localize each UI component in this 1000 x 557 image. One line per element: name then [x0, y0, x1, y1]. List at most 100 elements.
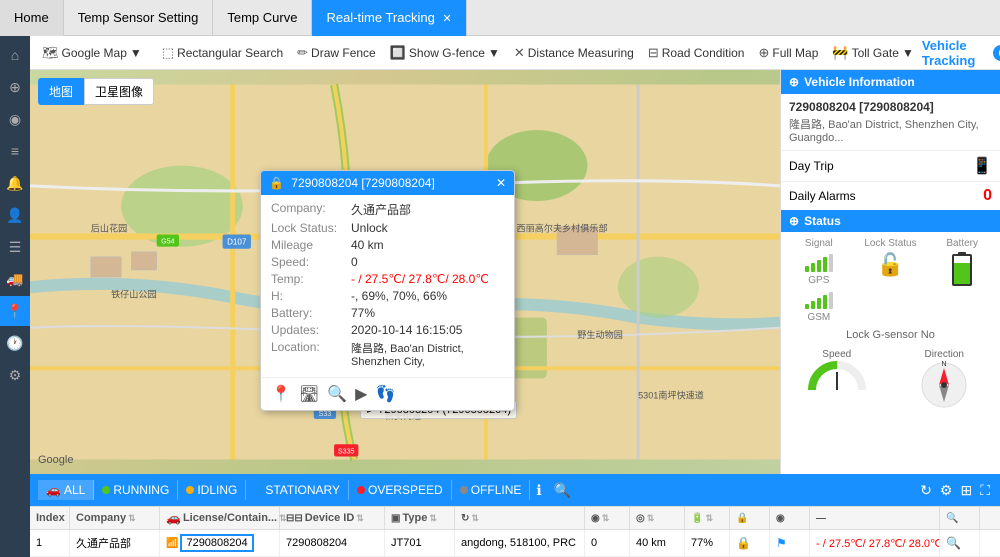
- th-license[interactable]: 🚗 License/Contain... ⇅: [160, 507, 280, 529]
- battery-fill: [954, 263, 970, 284]
- close-tab-icon[interactable]: ✕: [442, 13, 451, 25]
- popup-lock-icon: 🔒: [269, 176, 284, 190]
- action-icon: 🔍: [946, 513, 958, 524]
- map-container[interactable]: 📍 后山花园 西丽高尔夫乡村俱乐部 铁仔山公园 平岚山公园 野生动物园 5301…: [30, 70, 780, 474]
- table-row: 1 久通产品部 📶 7290808204 7290808204 JT701: [30, 530, 1000, 557]
- rectangular-search-button[interactable]: ⬚ Rectangular Search: [156, 42, 289, 64]
- filter-offline-button[interactable]: OFFLINE: [452, 480, 531, 500]
- gsm-bars: [805, 289, 833, 309]
- td-lock: 🔒: [730, 530, 770, 556]
- th-mileage[interactable]: ◎ ⇅: [630, 507, 685, 529]
- th-status[interactable]: ◉: [770, 507, 810, 529]
- speed-gauge: Speed: [785, 349, 889, 410]
- distance-measuring-button[interactable]: ✕ Distance Measuring: [508, 42, 640, 64]
- type-sort-icon: ⇅: [429, 513, 437, 524]
- deviceid-sort-icon: ⇅: [356, 513, 364, 524]
- sidebar-clock-icon[interactable]: 🕐: [0, 328, 30, 358]
- show-gfence-button[interactable]: 🔲 Show G-fence ▼: [384, 42, 506, 64]
- settings-icon[interactable]: ⚙: [938, 480, 955, 501]
- sidebar-list-icon[interactable]: ☰: [0, 232, 30, 262]
- license-icon: 🚗: [166, 511, 181, 525]
- signal-item: Signal GPS: [785, 238, 853, 323]
- th-temp[interactable]: —: [810, 507, 940, 529]
- td-company: 久通产品部: [70, 530, 160, 556]
- tab-home[interactable]: Home: [0, 0, 64, 36]
- fence-icon: ✏: [297, 45, 308, 61]
- sidebar-home-icon[interactable]: ⌂: [0, 40, 30, 70]
- tab-realtime[interactable]: Real-time Tracking ✕: [312, 0, 466, 36]
- filter-overspeed-button[interactable]: OVERSPEED: [349, 480, 452, 500]
- th-type[interactable]: ▣ Type ⇅: [385, 507, 455, 529]
- sidebar-realtime-icon[interactable]: 📍: [0, 296, 30, 326]
- th-action[interactable]: 🔍: [940, 507, 980, 529]
- search-filter-icon[interactable]: 🔍: [548, 482, 577, 499]
- right-panel: ⊕ Vehicle Information 7290808204 [729080…: [780, 70, 1000, 474]
- addr-sort-icon: ⇅: [471, 513, 479, 524]
- map-type-map[interactable]: 地图: [38, 78, 84, 105]
- refresh-icon[interactable]: ↻: [918, 480, 934, 501]
- th-lock[interactable]: 🔒: [730, 507, 770, 529]
- popup-search-icon[interactable]: 🔍: [327, 384, 347, 404]
- speed-direction: Speed Direction N: [781, 345, 1000, 414]
- tab-temp-sensor[interactable]: Temp Sensor Setting: [64, 0, 214, 36]
- sidebar-layers-icon[interactable]: ≡: [0, 136, 30, 166]
- popup-route-icon[interactable]: 🛣: [299, 384, 319, 404]
- sidebar: ⌂ ⊕ ◉ ≡ 🔔 👤 ☰ 🚚 📍 🕐 ⚙: [0, 36, 30, 557]
- status-header: ⊕ Status: [781, 210, 1000, 232]
- row-action-icon[interactable]: 🔍: [946, 536, 961, 550]
- sidebar-settings-icon[interactable]: ⚙: [0, 360, 30, 390]
- idling-dot: [186, 486, 194, 494]
- sidebar-user-icon[interactable]: 👤: [0, 200, 30, 230]
- road-condition-button[interactable]: ⊟ Road Condition: [642, 42, 751, 64]
- google-map-button[interactable]: 🗺 Google Map ▼: [36, 42, 148, 64]
- th-deviceid[interactable]: ⊟⊟ Device ID ⇅: [280, 507, 385, 529]
- popup-more-icon[interactable]: 👣: [375, 384, 395, 404]
- filter-stationary-button[interactable]: STATIONARY: [246, 480, 349, 500]
- sidebar-search-icon[interactable]: ⊕: [0, 72, 30, 102]
- tracking-switch[interactable]: [993, 45, 1000, 61]
- td-temp: - / 27.5℃/ 27.8℃/ 28.0℃: [810, 530, 940, 556]
- map-type-satellite[interactable]: 卫星图像: [84, 78, 154, 105]
- sidebar-bell-icon[interactable]: 🔔: [0, 168, 30, 198]
- filter-idling-button[interactable]: IDLING: [178, 480, 246, 500]
- svg-text:野生动物园: 野生动物园: [577, 329, 623, 340]
- svg-text:西丽高尔夫乡村俱乐部: 西丽高尔夫乡村俱乐部: [516, 222, 607, 233]
- tab-temp-curve[interactable]: Temp Curve: [213, 0, 312, 36]
- svg-text:S33: S33: [319, 410, 332, 418]
- td-license: 📶 7290808204: [160, 530, 280, 556]
- draw-fence-button[interactable]: ✏ Draw Fence: [291, 42, 382, 64]
- offline-dot: [460, 486, 468, 494]
- th-addr[interactable]: ↻ ⇅: [455, 507, 585, 529]
- popup-actions: 📍 🛣 🔍 ▶ 👣: [261, 377, 514, 410]
- th-battery[interactable]: 🔋 ⇅: [685, 507, 730, 529]
- popup-track-icon[interactable]: ▶: [355, 384, 367, 404]
- gfence-dropdown-icon: ▼: [488, 46, 500, 60]
- td-action[interactable]: 🔍: [940, 530, 980, 556]
- info-icon[interactable]: ℹ: [530, 482, 547, 499]
- filter-running-button[interactable]: RUNNING: [94, 480, 178, 500]
- filter-all-button[interactable]: 🚗 ALL: [38, 480, 94, 500]
- vehicle-tracking-toggle[interactable]: Vehicle Tracking: [922, 38, 1000, 68]
- th-company[interactable]: Company ⇅: [70, 507, 160, 529]
- td-addr: angdong, 518100, PRC: [455, 530, 585, 556]
- road-icon: ⊟: [648, 45, 659, 61]
- sidebar-truck-icon[interactable]: 🚚: [0, 264, 30, 294]
- popup-close-icon[interactable]: ✕: [496, 176, 506, 190]
- fullscreen-icon[interactable]: ⛶: [978, 480, 992, 501]
- full-map-button[interactable]: ⊕ Full Map: [752, 42, 824, 64]
- sidebar-map-icon[interactable]: ◉: [0, 104, 30, 134]
- status-filter-bar: 🚗 ALL RUNNING IDLING STATIONARY OVERSPEE…: [30, 474, 1000, 506]
- th-speed[interactable]: ◉ ⇅: [585, 507, 630, 529]
- toll-gate-button[interactable]: 🚧 Toll Gate ▼: [826, 42, 919, 64]
- bar1: [805, 266, 809, 272]
- vehicle-info-icon: ⊕: [789, 75, 799, 89]
- bar3: [817, 260, 821, 272]
- popup-location-icon[interactable]: 📍: [271, 384, 291, 404]
- columns-icon[interactable]: ⊞: [958, 480, 974, 501]
- lock-open-icon: 🔓: [877, 252, 904, 278]
- lock-status-icon: 🔒: [736, 536, 751, 550]
- bar5: [829, 254, 833, 272]
- speed-sort-icon: ⇅: [602, 513, 610, 524]
- svg-text:D107: D107: [227, 238, 247, 247]
- map-icon: 🗺: [42, 45, 59, 61]
